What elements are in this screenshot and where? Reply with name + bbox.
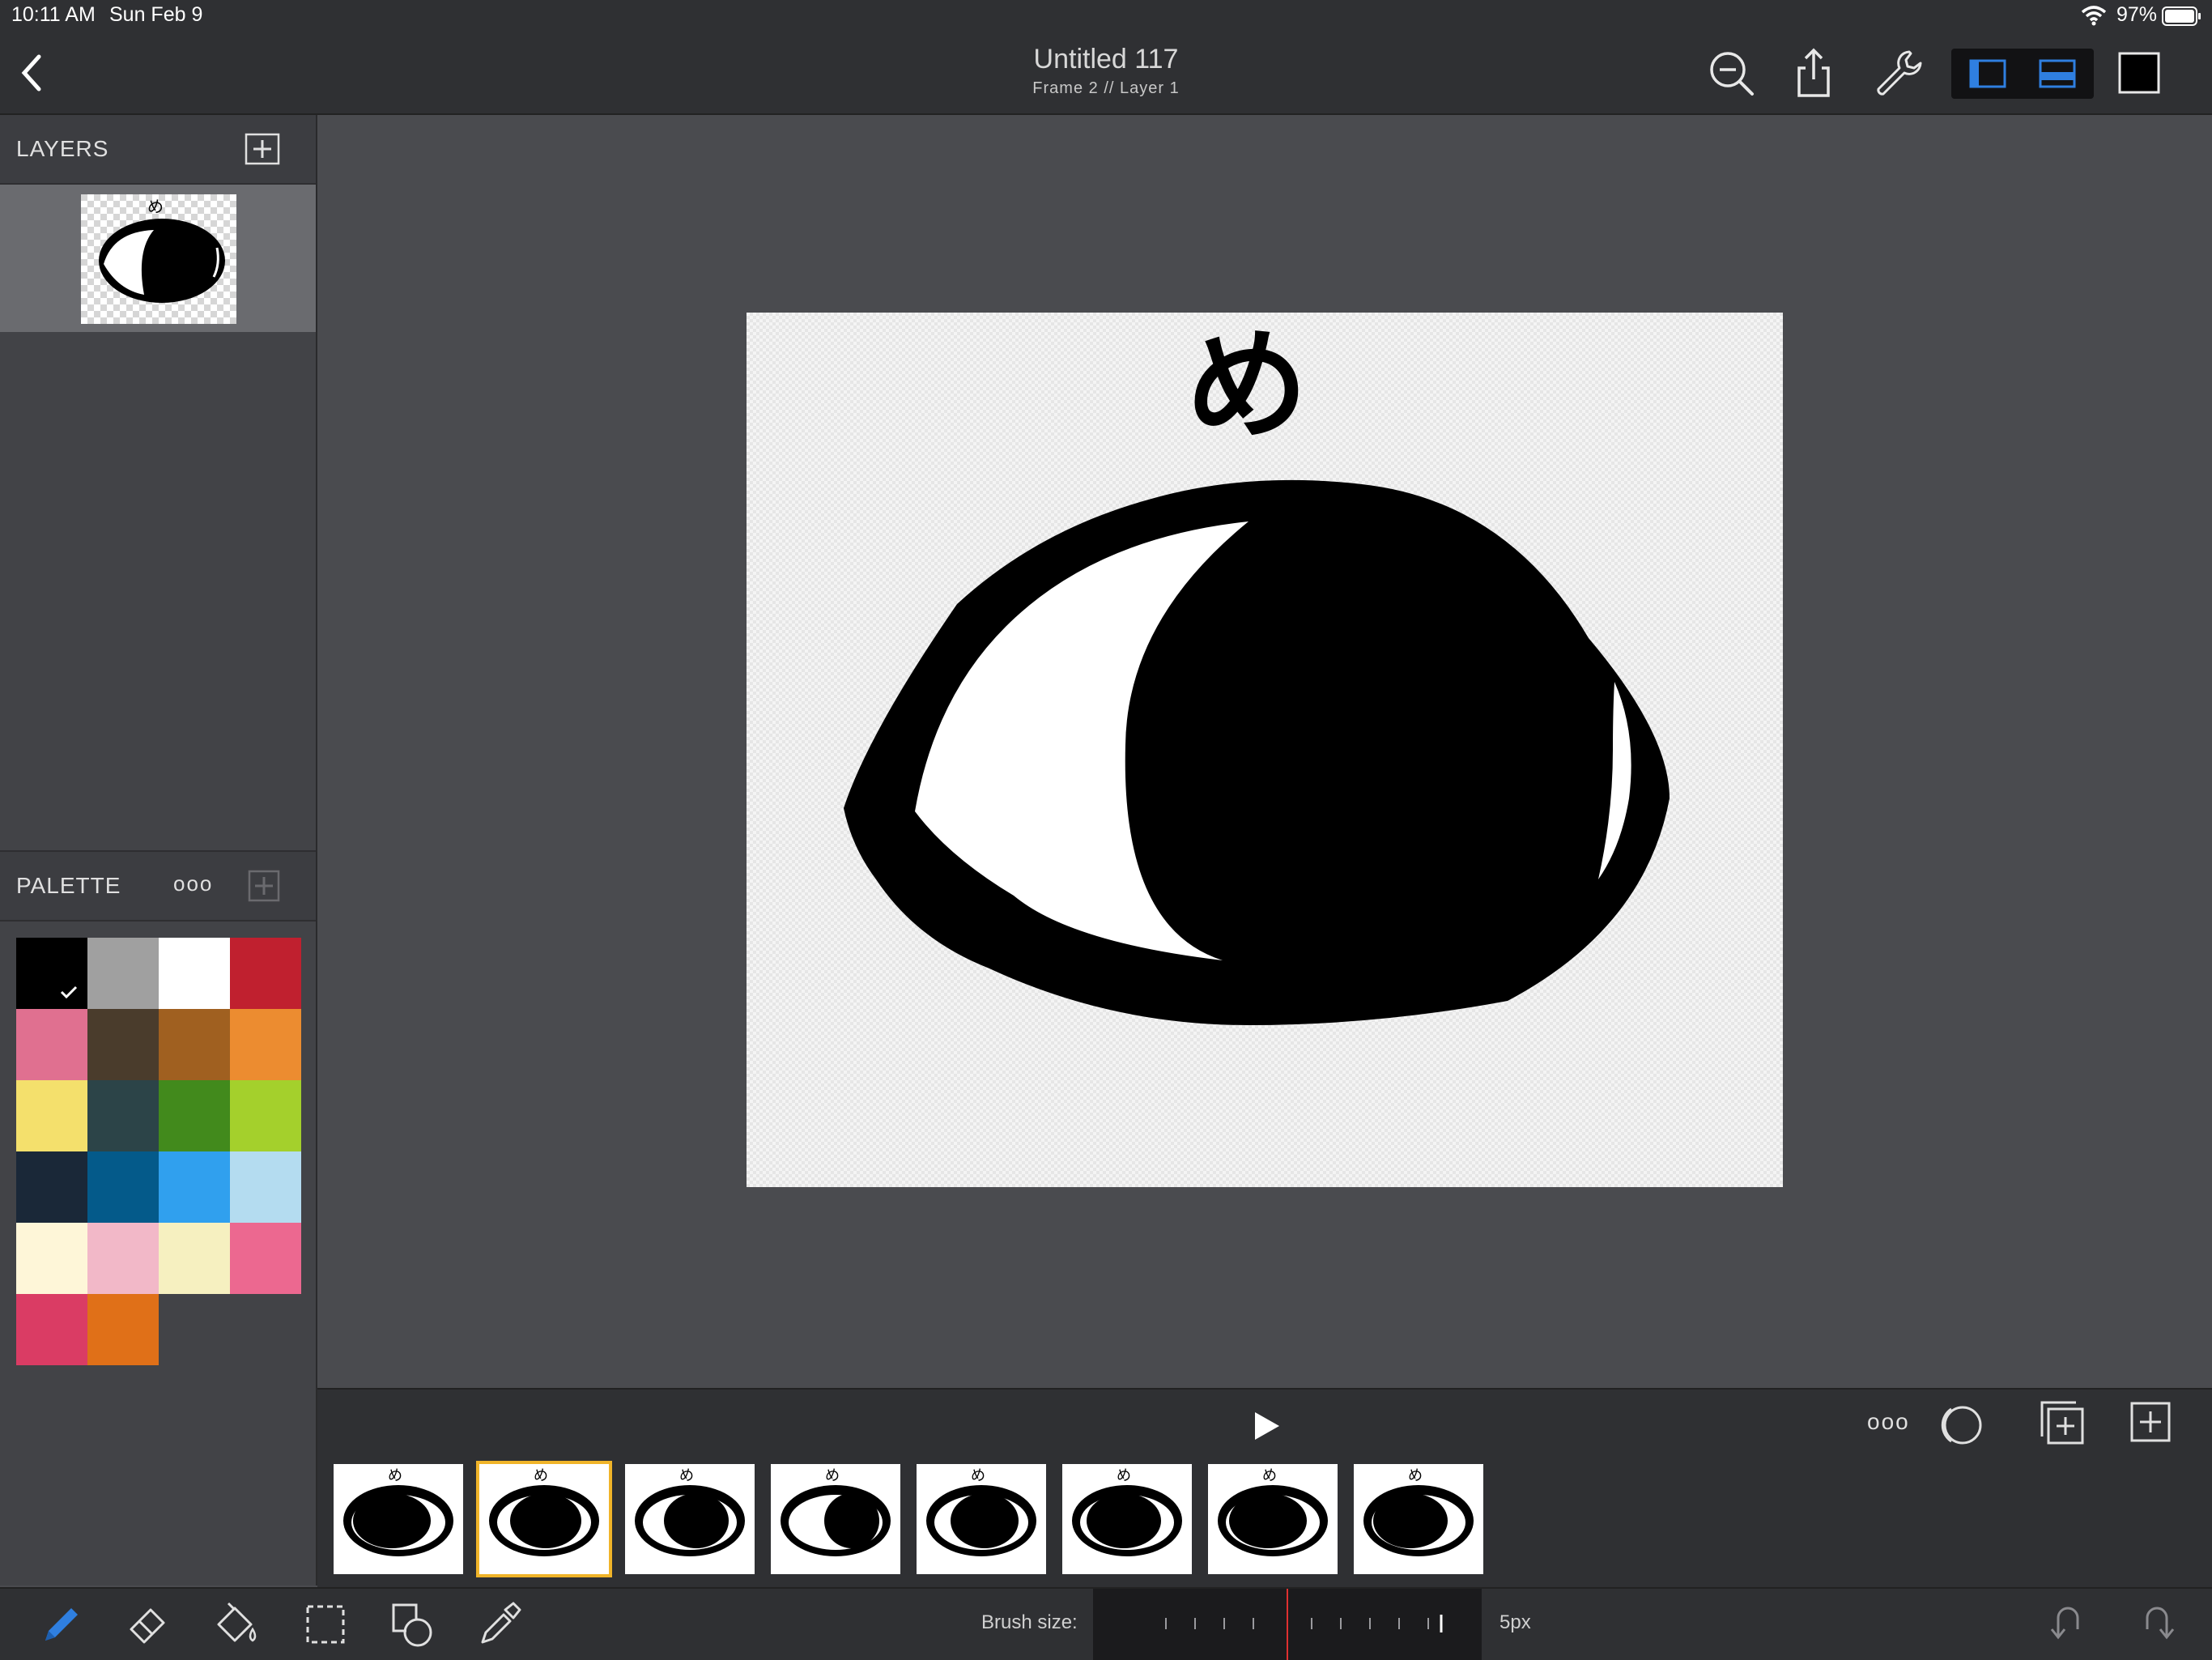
- color-square-icon[interactable]: [2118, 52, 2160, 94]
- palette-swatch[interactable]: [16, 1223, 87, 1294]
- palette-swatch[interactable]: [159, 938, 230, 1009]
- palette-swatch[interactable]: [230, 1080, 301, 1151]
- top-toolbar: Untitled 117 Frame 2 // Layer 1: [0, 32, 2212, 115]
- svg-text:め: め: [825, 1467, 840, 1484]
- timeline-frame[interactable]: め: [1208, 1464, 1338, 1574]
- svg-text:め: め: [534, 1467, 548, 1484]
- frame-thumbnail: め: [781, 1467, 891, 1556]
- svg-text:め: め: [388, 1467, 402, 1484]
- palette-swatch[interactable]: [230, 1223, 301, 1294]
- view-toggle: [1951, 49, 2094, 99]
- frame-thumbnail: め: [343, 1467, 453, 1556]
- document-title[interactable]: Untitled 117: [944, 44, 1268, 75]
- onion-skin-icon[interactable]: [1935, 1399, 1987, 1451]
- palette-swatch[interactable]: [87, 1009, 159, 1080]
- drawing-canvas[interactable]: め: [747, 313, 1783, 1187]
- bottom-toolbar: Brush size: 5px: [0, 1587, 2212, 1660]
- check-icon: [60, 985, 78, 999]
- eraser-icon[interactable]: [123, 1600, 172, 1649]
- palette-label: PALETTE: [16, 873, 121, 898]
- palette-more-icon[interactable]: ooo: [173, 871, 213, 896]
- palette-swatch[interactable]: [87, 1294, 159, 1365]
- undo-icon[interactable]: [2045, 1600, 2094, 1649]
- svg-text:め: め: [679, 1467, 694, 1484]
- layer-item[interactable]: め: [0, 185, 316, 332]
- layer-thumbnail: め: [81, 194, 236, 324]
- select-icon[interactable]: [301, 1600, 350, 1649]
- frame-thumbnail: め: [1072, 1467, 1182, 1556]
- battery-percent: 97%: [2116, 3, 2158, 26]
- palette-swatch[interactable]: [16, 1080, 87, 1151]
- palette-swatch[interactable]: [16, 1294, 87, 1365]
- palette-swatch[interactable]: [87, 1151, 159, 1223]
- palette-swatch[interactable]: [230, 1009, 301, 1080]
- palette-swatch[interactable]: [87, 938, 159, 1009]
- add-frame-icon[interactable]: [2129, 1401, 2172, 1443]
- palette-swatch[interactable]: [159, 1223, 230, 1294]
- plus-box-icon[interactable]: [245, 133, 280, 165]
- panel-bottom-icon[interactable]: [2029, 54, 2087, 93]
- timeline-frame[interactable]: め: [1062, 1464, 1192, 1574]
- frame-thumbnail: め: [1218, 1467, 1328, 1556]
- palette-swatch[interactable]: [87, 1080, 159, 1151]
- palette-swatch[interactable]: [230, 1151, 301, 1223]
- svg-text:め: め: [147, 197, 164, 216]
- layers-header: LAYERS: [0, 115, 316, 185]
- svg-text:め: め: [971, 1467, 985, 1484]
- frame-thumbnail: め: [635, 1467, 745, 1556]
- timeline-frame[interactable]: め: [1354, 1464, 1483, 1574]
- document-subtitle: Frame 2 // Layer 1: [1032, 79, 1180, 97]
- timeline-frame[interactable]: め: [334, 1464, 463, 1574]
- palette-swatch[interactable]: [159, 1151, 230, 1223]
- svg-text:め: め: [1262, 1467, 1277, 1484]
- palette-swatch[interactable]: [87, 1223, 159, 1294]
- wifi-icon: [2081, 5, 2107, 26]
- more-icon[interactable]: ooo: [1867, 1409, 1910, 1435]
- sidebar-left-icon[interactable]: [1958, 54, 2016, 93]
- eyedropper-icon[interactable]: [474, 1600, 523, 1649]
- zoom-out-icon[interactable]: [1705, 47, 1757, 99]
- wrench-icon[interactable]: [1872, 47, 1924, 99]
- battery-icon: [2162, 6, 2202, 26]
- timeline: ooo め め め め め め め め: [317, 1388, 2212, 1589]
- brush-size-value: 5px: [1499, 1611, 1531, 1633]
- frame-strip: めめめめめめめめ: [317, 1390, 1856, 1589]
- status-date: Sun Feb 9: [109, 3, 203, 26]
- palette-swatch[interactable]: [159, 1009, 230, 1080]
- layers-label: LAYERS: [16, 136, 109, 161]
- palette-swatch[interactable]: [16, 1009, 87, 1080]
- left-panel: LAYERS め PALETTE ooo: [0, 115, 317, 1586]
- status-time: 10:11 AM: [11, 3, 96, 26]
- frame-thumbnail: め: [489, 1467, 599, 1556]
- brush-size-slider[interactable]: [1093, 1589, 1482, 1660]
- palette-swatch[interactable]: [230, 938, 301, 1009]
- timeline-frame[interactable]: め: [917, 1464, 1046, 1574]
- palette-swatch[interactable]: [159, 1080, 230, 1151]
- svg-text:め: め: [1408, 1467, 1423, 1484]
- palette-header: PALETTE ooo: [0, 850, 316, 922]
- palette-add-icon[interactable]: [248, 870, 280, 902]
- frame-thumbnail: め: [926, 1467, 1036, 1556]
- timeline-frame[interactable]: め: [625, 1464, 755, 1574]
- svg-text:め: め: [1117, 1467, 1131, 1484]
- svg-text:め: め: [1186, 316, 1308, 457]
- redo-icon[interactable]: [2131, 1600, 2180, 1649]
- palette-swatch[interactable]: [16, 938, 87, 1009]
- back-icon[interactable]: [15, 50, 50, 96]
- frame-thumbnail: め: [1363, 1467, 1474, 1556]
- fill-bucket-icon[interactable]: [212, 1600, 261, 1649]
- palette-swatch[interactable]: [16, 1151, 87, 1223]
- timeline-frame[interactable]: め: [476, 1461, 612, 1577]
- pencil-icon[interactable]: [37, 1600, 86, 1649]
- brush-size-label: Brush size:: [981, 1611, 1078, 1633]
- status-bar: 10:11 AM Sun Feb 9 97%: [0, 0, 2212, 32]
- timeline-frame[interactable]: め: [771, 1464, 900, 1574]
- duplicate-frame-icon[interactable]: [2039, 1399, 2086, 1446]
- share-icon[interactable]: [1788, 47, 1840, 99]
- shapes-icon[interactable]: [389, 1600, 437, 1649]
